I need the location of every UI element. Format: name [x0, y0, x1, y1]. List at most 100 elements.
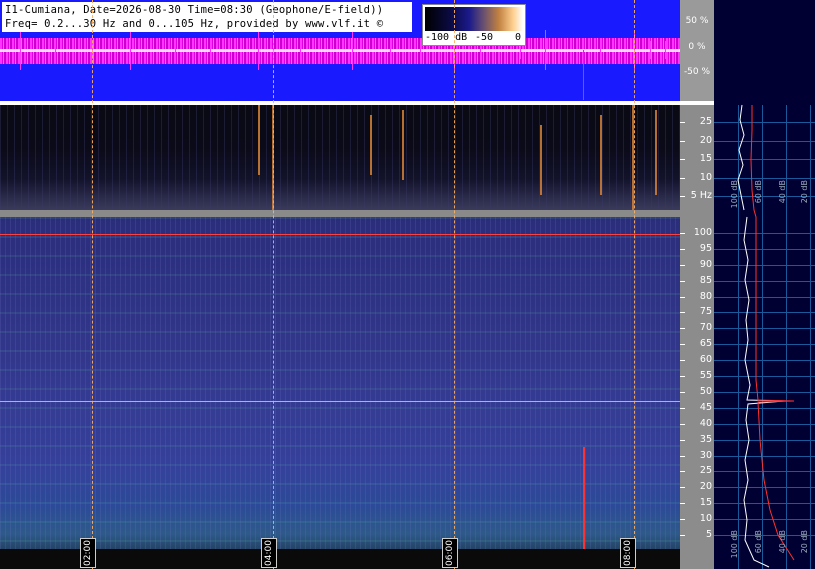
tick-mark — [680, 196, 685, 197]
frequency-tick-label: 30 — [699, 449, 712, 461]
spectrum-profile-panel: 100 dB 60 dB 40 dB 20 dB 100 dB 60 dB 40… — [714, 0, 815, 569]
tick-mark — [680, 519, 685, 521]
tick-mark — [680, 407, 685, 409]
tick-mark — [680, 344, 685, 346]
frequency-tick-label: 10 — [699, 171, 712, 183]
waveform-spike — [390, 41, 391, 59]
time-label: 04:00 — [261, 538, 277, 568]
tick-mark — [680, 140, 685, 142]
time-label: 06:00 — [442, 538, 458, 568]
colorbar-mid-label: -50 — [475, 32, 494, 43]
profile-db-label: 100 dB — [730, 530, 739, 559]
tick-mark — [680, 455, 685, 457]
tick-mark — [680, 248, 685, 250]
frequency-tick-label: 5 — [705, 529, 712, 540]
frequency-tick-label: 60 — [699, 354, 712, 366]
frequency-tick-label: 25 — [699, 116, 712, 127]
spectrum-profile-chart — [737, 104, 795, 568]
tick-mark — [680, 376, 685, 378]
waveform-spike — [352, 30, 353, 70]
tick-mark — [680, 264, 685, 266]
time-gridline — [634, 0, 635, 569]
frequency-tick-label: 25 — [699, 465, 712, 477]
title-line-2: Freq= 0.2...30 Hz and 0...105 Hz, provid… — [5, 18, 384, 30]
profile-trace-high — [743, 216, 785, 568]
profile-db-label: 20 dB — [800, 530, 809, 554]
waveform-spike — [175, 41, 176, 59]
panel-separator — [0, 210, 714, 217]
profile-trace-red — [750, 105, 795, 561]
profile-db-label: 40 dB — [778, 180, 787, 204]
tick-mark — [680, 122, 685, 123]
frequency-tick-label: 15 — [699, 153, 712, 164]
signal-burst — [370, 115, 372, 175]
frequency-axis: 25 20 15 10 5 Hz 100 95 90 85 80 75 70 65 60 55 50 45 40… — [680, 105, 714, 569]
waveform-spike — [545, 30, 546, 70]
waveform-spike — [55, 41, 56, 59]
colorbar-gradient — [425, 7, 523, 31]
frequency-tick-label: 20 — [699, 134, 712, 146]
colorbar-min-label: -100 dB — [425, 32, 468, 43]
time-gridline — [454, 0, 455, 569]
frequency-tick-label: 100 — [693, 227, 712, 238]
frequency-tick-label: 90 — [699, 258, 712, 270]
profile-db-label: 60 dB — [754, 530, 763, 554]
tick-mark — [680, 487, 685, 489]
frequency-tick-label: 85 — [699, 274, 712, 286]
low-band-noise — [0, 549, 680, 569]
time-gridline — [273, 0, 274, 569]
scale-label: 50 % — [685, 16, 709, 26]
tick-mark — [680, 503, 685, 505]
waveform-baseline — [0, 49, 680, 52]
signal-burst — [600, 115, 602, 195]
colorbar-legend: -100 dB -50 0 — [422, 4, 526, 46]
tick-mark — [680, 535, 685, 536]
title-box: I1-Cumiana, Date=2026-08-30 Time=08:30 (… — [2, 2, 412, 32]
waveform-spike — [583, 50, 584, 100]
profile-db-label: 20 dB — [800, 180, 809, 204]
tick-mark — [680, 471, 685, 473]
waveform-spike — [258, 30, 259, 70]
frequency-tick-label: 15 — [699, 497, 712, 509]
signal-burst — [655, 110, 657, 195]
high-frequency-spectrogram — [0, 217, 680, 569]
waveform-spike — [650, 41, 651, 59]
waveform-spike — [210, 41, 211, 59]
marker-line-50hz — [0, 401, 680, 402]
tick-mark — [680, 328, 685, 330]
scale-label: 0 % — [688, 42, 706, 52]
frequency-tick-label: 35 — [699, 433, 712, 445]
waveform-spike — [20, 30, 21, 70]
waveform-spike — [300, 41, 301, 59]
marker-line-100hz — [0, 234, 680, 235]
frequency-tick-label: 45 — [699, 401, 712, 413]
frequency-tick-label: 5 Hz — [690, 190, 712, 201]
frequency-tick-label: 50 — [699, 385, 712, 397]
profile-db-label: 40 dB — [778, 530, 787, 554]
title-line-1: I1-Cumiana, Date=2026-08-30 Time=08:30 (… — [5, 4, 384, 16]
frequency-tick-label: 20 — [699, 481, 712, 493]
frequency-tick-label: 75 — [699, 306, 712, 318]
tick-mark — [680, 296, 685, 298]
signal-burst — [540, 125, 542, 195]
frequency-tick-label: 95 — [699, 242, 712, 254]
tick-mark — [680, 177, 685, 179]
profile-db-label: 60 dB — [754, 180, 763, 204]
time-label: 02:00 — [80, 538, 96, 568]
tick-mark — [680, 233, 685, 234]
waveform-spike — [420, 41, 421, 59]
waveform-spike — [130, 30, 131, 70]
colorbar-max-label: 0 — [515, 32, 522, 43]
tick-mark — [680, 423, 685, 425]
signal-burst — [402, 110, 404, 180]
frequency-tick-label: 55 — [699, 370, 712, 382]
frequency-tick-label: 80 — [699, 290, 712, 302]
tick-mark — [680, 391, 685, 393]
tick-mark — [680, 360, 685, 362]
time-gridline — [92, 0, 93, 569]
waveform-scale: 50 % 0 % -50 % — [680, 0, 714, 101]
tick-mark — [680, 280, 685, 282]
frequency-tick-label: 65 — [699, 338, 712, 350]
tick-mark — [680, 159, 685, 160]
low-frequency-spectrogram — [0, 105, 680, 210]
